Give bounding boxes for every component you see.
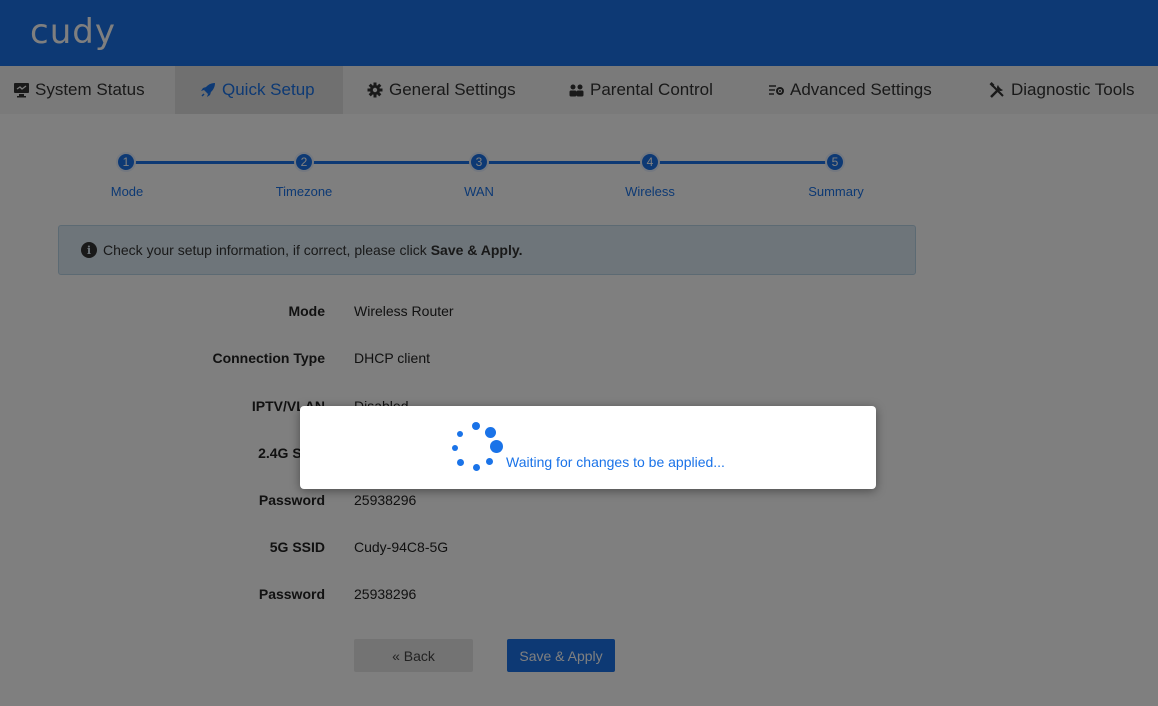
modal-overlay [0,0,1158,706]
loading-spinner-icon [448,420,504,476]
modal-message: Waiting for changes to be applied... [506,454,725,470]
applying-changes-dialog: Waiting for changes to be applied... [300,406,876,489]
